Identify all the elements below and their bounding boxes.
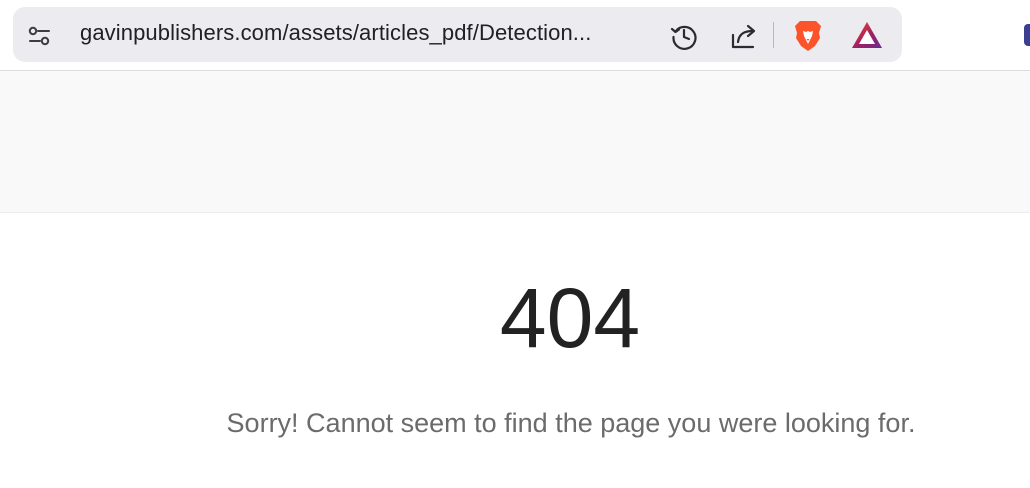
history-icon[interactable] (669, 21, 699, 51)
url-text[interactable]: gavinpublishers.com/assets/articles_pdf/… (80, 20, 591, 46)
site-header (0, 71, 1030, 213)
tune-icon[interactable] (27, 24, 53, 48)
browser-toolbar: gavinpublishers.com/assets/articles_pdf/… (0, 0, 1030, 71)
share-icon[interactable] (729, 21, 759, 51)
error-code: 404 (499, 271, 641, 365)
brave-rewards-triangle-icon[interactable] (850, 20, 884, 50)
extension-icon[interactable] (1024, 24, 1030, 46)
toolbar-separator (773, 22, 774, 48)
brave-lion-icon[interactable] (792, 19, 824, 53)
error-message: Sorry! Cannot seem to find the page you … (226, 408, 916, 438)
